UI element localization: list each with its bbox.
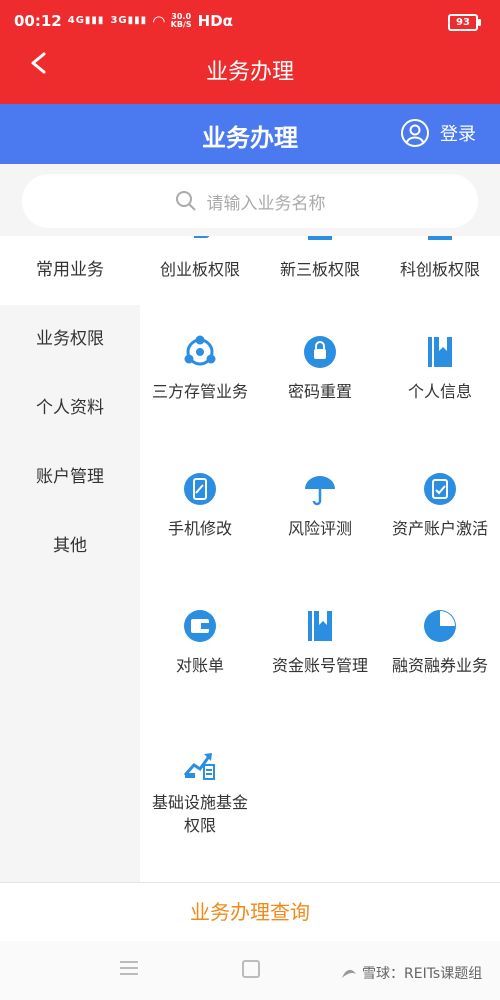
chuangye-icon xyxy=(194,236,210,238)
sidebar-item-permissions[interactable]: 业务权限 xyxy=(0,305,140,374)
phone-edit-icon xyxy=(184,473,216,505)
signal-2-icon: 3G▮▮▮ xyxy=(110,15,148,26)
status-time: 00:12 xyxy=(14,12,62,30)
service-third-party-custody[interactable]: 三方存管业务 xyxy=(140,334,260,403)
xinsanban-icon xyxy=(308,236,332,240)
pie-chart-icon xyxy=(424,610,456,642)
service-password-reset[interactable]: 密码重置 xyxy=(260,334,380,403)
app-top-bar: 00:12 4G▮▮▮ 3G▮▮▮ ◠ 30.0 KB/S HDα 93 业务办理 xyxy=(0,0,500,104)
wifi-icon: ◠ xyxy=(153,12,165,30)
signal-1-icon: 4G▮▮▮ xyxy=(67,15,105,26)
business-query-button[interactable]: 业务办理查询 xyxy=(0,882,500,942)
search-area: 请输入业务名称 xyxy=(0,164,500,236)
service-xinsanban[interactable]: 新三板权限 xyxy=(260,236,380,281)
home-icon[interactable] xyxy=(242,960,260,978)
wallet-icon xyxy=(184,610,216,642)
system-nav-bar: 雪球：REITs课题组 xyxy=(0,941,500,1000)
user-icon xyxy=(401,119,429,147)
service-statement[interactable]: 对账单 xyxy=(140,608,260,677)
sidebar-item-other[interactable]: 其他 xyxy=(0,512,140,581)
login-label: 登录 xyxy=(440,124,476,145)
third-party-custody-icon xyxy=(184,335,216,366)
umbrella-icon xyxy=(305,476,335,506)
hd-indicator: HDα xyxy=(197,12,233,30)
page-header: 业务办理 登录 xyxy=(0,104,500,164)
snowball-logo-icon xyxy=(342,969,356,978)
service-account-activate[interactable]: 资产账户激活 xyxy=(380,471,500,540)
watermark-text: 雪球：REITs课题组 xyxy=(362,966,483,982)
service-phone-edit[interactable]: 手机修改 xyxy=(140,471,260,540)
kechuang-icon xyxy=(428,236,452,240)
sidebar-item-common[interactable]: 常用业务 xyxy=(0,236,140,305)
sidebar-item-profile[interactable]: 个人资料 xyxy=(0,374,140,443)
bookmark-icon xyxy=(308,611,332,641)
menu-icon[interactable] xyxy=(120,961,138,975)
service-fund-account[interactable]: 资金账号管理 xyxy=(260,608,380,677)
search-placeholder: 请输入业务名称 xyxy=(206,193,326,214)
growth-chart-icon xyxy=(183,753,215,780)
sidebar-item-account[interactable]: 账户管理 xyxy=(0,443,140,512)
account-activate-icon xyxy=(424,473,456,505)
login-button[interactable]: 登录 xyxy=(400,118,476,148)
service-risk-assessment[interactable]: 风险评测 xyxy=(260,471,380,540)
status-bar: 00:12 4G▮▮▮ 3G▮▮▮ ◠ 30.0 KB/S HDα xyxy=(14,12,233,30)
battery-icon: 93 xyxy=(448,14,481,31)
service-personal-info[interactable]: 个人信息 xyxy=(380,334,500,403)
network-speed: 30.0 KB/S xyxy=(170,12,192,29)
service-infra-fund[interactable]: 基础设施基金权限 xyxy=(140,745,260,837)
app-title: 业务办理 xyxy=(205,60,294,85)
service-chuangye[interactable]: 创业板权限 xyxy=(140,236,260,281)
search-icon xyxy=(175,191,196,211)
services-grid: 创业板权限 新三板权限 科创板权限 三方存管业务 密码重置 个人信息 手机修改 … xyxy=(140,236,500,882)
password-reset-icon xyxy=(304,336,336,368)
service-kechuang[interactable]: 科创板权限 xyxy=(380,236,500,281)
service-margin-trading[interactable]: 融资融券业务 xyxy=(380,608,500,677)
category-sidebar: 常用业务 业务权限 个人资料 账户管理 其他 xyxy=(0,236,140,882)
watermark: 雪球：REITs课题组 xyxy=(340,963,482,983)
search-input[interactable]: 请输入业务名称 xyxy=(22,174,478,228)
personal-info-icon xyxy=(428,337,452,367)
